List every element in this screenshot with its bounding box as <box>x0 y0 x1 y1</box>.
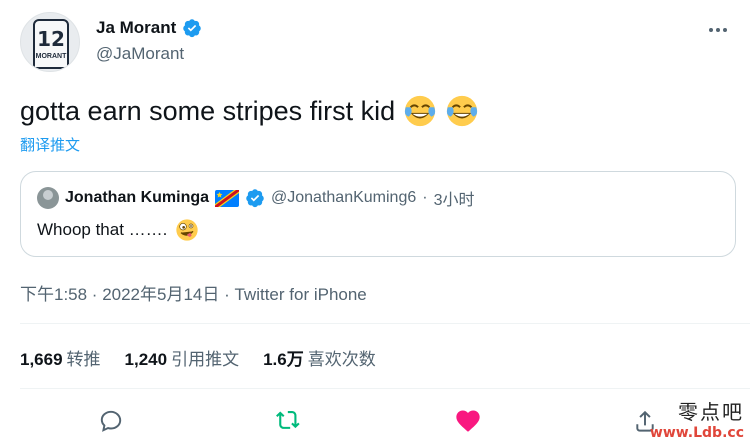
verified-badge-icon <box>183 19 202 38</box>
quoted-tweet-header: Jonathan Kuminga @JonathanKuming6 · 3小时 <box>37 186 474 210</box>
like-button[interactable] <box>451 404 485 438</box>
dr-congo-flag-icon <box>215 189 240 207</box>
jersey-number: 12 <box>37 27 65 51</box>
quoted-tweet-text: Whoop that ……. <box>37 220 168 239</box>
tears-of-joy-emoji-icon <box>405 95 436 127</box>
author-handle[interactable]: @JaMorant <box>96 44 184 64</box>
stat-quote-tweets[interactable]: 1,240 引用推文 <box>125 345 240 370</box>
more-dot-icon <box>716 28 720 32</box>
jersey-graphic: 12 MORANT <box>33 19 69 69</box>
stat-value: 1,669 <box>20 350 63 369</box>
quoted-author-name: Jonathan Kuminga <box>65 189 210 206</box>
quoted-author-avatar <box>37 187 59 209</box>
more-dot-icon <box>723 28 727 32</box>
engagement-stats: 1,669 转推 1,240 引用推文 1.6万 喜欢次数 <box>20 345 376 370</box>
stat-label: 喜欢次数 <box>307 350 376 369</box>
quoted-tweet-body: Whoop that ……. <box>37 218 199 242</box>
tweet-body: gotta earn some stripes first kid <box>20 94 479 128</box>
divider <box>20 388 750 389</box>
divider <box>20 323 750 324</box>
meta-separator: · <box>422 189 428 206</box>
stat-value: 1.6万 <box>263 350 304 369</box>
stat-label: 引用推文 <box>171 350 240 369</box>
heart-icon <box>456 410 480 432</box>
reply-icon <box>100 410 122 432</box>
retweet-button[interactable] <box>272 404 306 438</box>
action-bar <box>0 404 750 438</box>
tweet-timestamp[interactable]: 下午1:58 · 2022年5月14日 · Twitter for iPhone <box>20 280 367 305</box>
tears-of-joy-emoji-icon <box>447 95 478 127</box>
tweet-text: gotta earn some stripes first kid <box>20 96 396 126</box>
quoted-tweet-time: 3小时 <box>433 192 475 209</box>
watermark-url: www.Ldb.cc <box>649 425 744 441</box>
stat-retweets[interactable]: 1,669 转推 <box>20 345 101 370</box>
translate-tweet-link[interactable]: 翻译推文 <box>20 134 80 155</box>
site-watermark: 零点吧 www.Ldb.cc <box>650 396 744 441</box>
stat-value: 1,240 <box>124 350 168 369</box>
stat-likes[interactable]: 1.6万 喜欢次数 <box>263 345 376 370</box>
quoted-author-handle: @JonathanKuming6 <box>271 189 417 206</box>
more-dot-icon <box>709 28 713 32</box>
author-display-name[interactable]: Ja Morant <box>96 18 202 38</box>
author-avatar[interactable]: 12 MORANT <box>20 12 80 72</box>
zany-face-emoji-icon <box>176 219 199 241</box>
author-name-text: Ja Morant <box>96 18 177 37</box>
quoted-verified-badge-icon <box>246 189 264 208</box>
more-options-button[interactable] <box>706 18 730 42</box>
watermark-title: 零点吧 <box>678 400 744 424</box>
retweet-icon <box>276 410 300 429</box>
stat-label: 转推 <box>66 350 101 369</box>
reply-button[interactable] <box>94 404 128 438</box>
quoted-tweet-card[interactable]: Jonathan Kuminga @JonathanKuming6 · 3小时 … <box>20 171 736 257</box>
jersey-name: MORANT <box>35 53 67 60</box>
